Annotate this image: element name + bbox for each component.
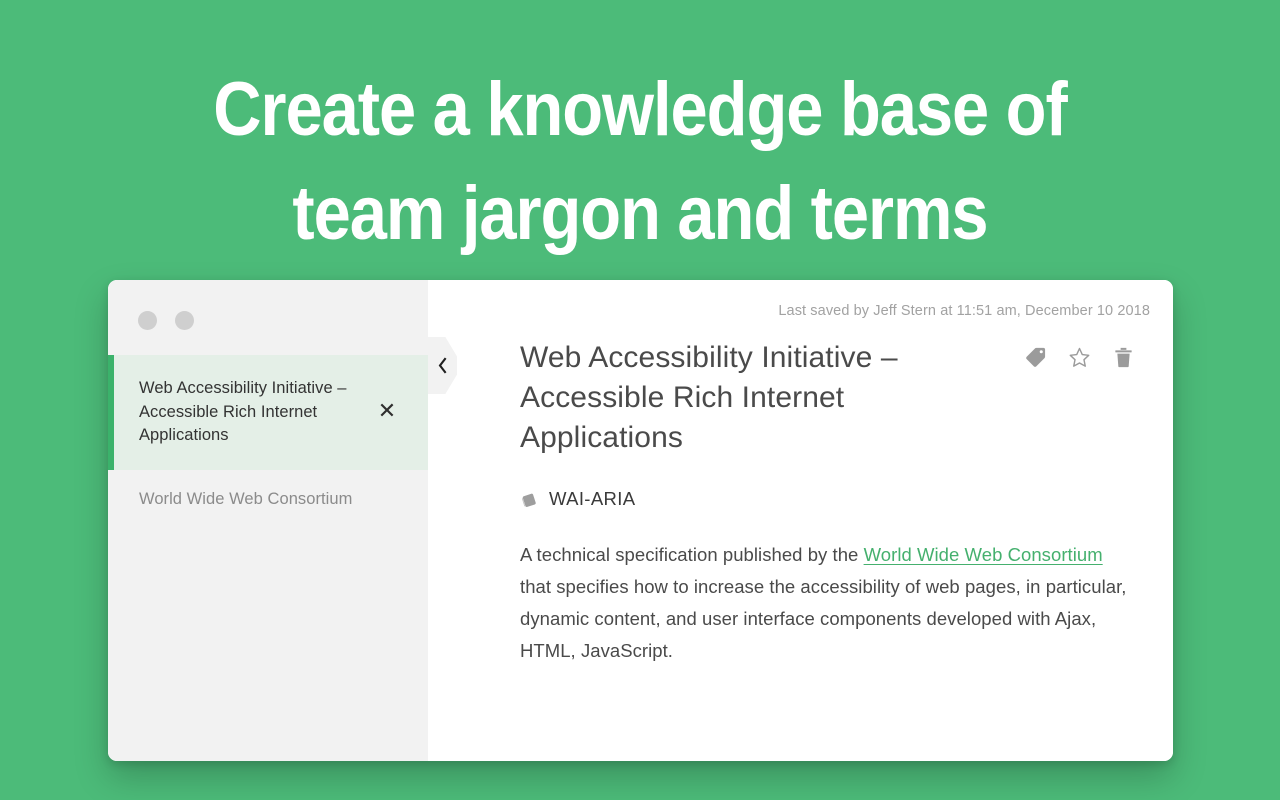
document-actions bbox=[1024, 338, 1135, 369]
app-window-inner: Web Accessibility Initiative – Accessibl… bbox=[108, 280, 1173, 761]
document-body: Web Accessibility Initiative – Accessibl… bbox=[428, 280, 1173, 667]
list-item-active[interactable]: Web Accessibility Initiative – Accessibl… bbox=[108, 355, 428, 470]
document-pane: Last saved by Jeff Stern at 11:51 am, De… bbox=[428, 280, 1173, 761]
window-dot-minimize[interactable] bbox=[175, 311, 194, 330]
document-header: Web Accessibility Initiative – Accessibl… bbox=[520, 338, 1135, 458]
sidebar: Web Accessibility Initiative – Accessibl… bbox=[108, 280, 428, 761]
tag-icon[interactable] bbox=[1024, 346, 1047, 369]
paragraph-text-before-link: A technical specification published by t… bbox=[520, 544, 864, 565]
window-controls bbox=[138, 311, 194, 330]
star-icon[interactable] bbox=[1068, 346, 1091, 369]
document-paragraph: A technical specification published by t… bbox=[520, 539, 1135, 667]
close-icon[interactable]: ✕ bbox=[375, 400, 399, 424]
tag-icon bbox=[520, 490, 539, 509]
list-item-label: World Wide Web Consortium bbox=[139, 489, 353, 508]
wikipedia-link[interactable]: World Wide Web Consortium bbox=[864, 544, 1103, 565]
tag-row[interactable]: WAI-ARIA bbox=[520, 488, 1135, 510]
tag-label: WAI-ARIA bbox=[549, 488, 636, 509]
list-item-label: Web Accessibility Initiative – Accessibl… bbox=[139, 379, 347, 444]
paragraph-text-after-link: that specifies how to increase the acces… bbox=[520, 576, 1127, 661]
app-window: Web Accessibility Initiative – Accessibl… bbox=[108, 280, 1173, 761]
list-item[interactable]: World Wide Web Consortium bbox=[108, 470, 428, 530]
page-title: Web Accessibility Initiative – Accessibl… bbox=[520, 341, 898, 454]
chevron-left-icon bbox=[438, 357, 447, 374]
window-titlebar bbox=[108, 280, 428, 355]
entry-list: Web Accessibility Initiative – Accessibl… bbox=[108, 355, 428, 530]
page-headline: Create a knowledge base of team jargon a… bbox=[213, 67, 1067, 256]
trash-icon[interactable] bbox=[1112, 346, 1135, 369]
window-dot-close[interactable] bbox=[138, 311, 157, 330]
